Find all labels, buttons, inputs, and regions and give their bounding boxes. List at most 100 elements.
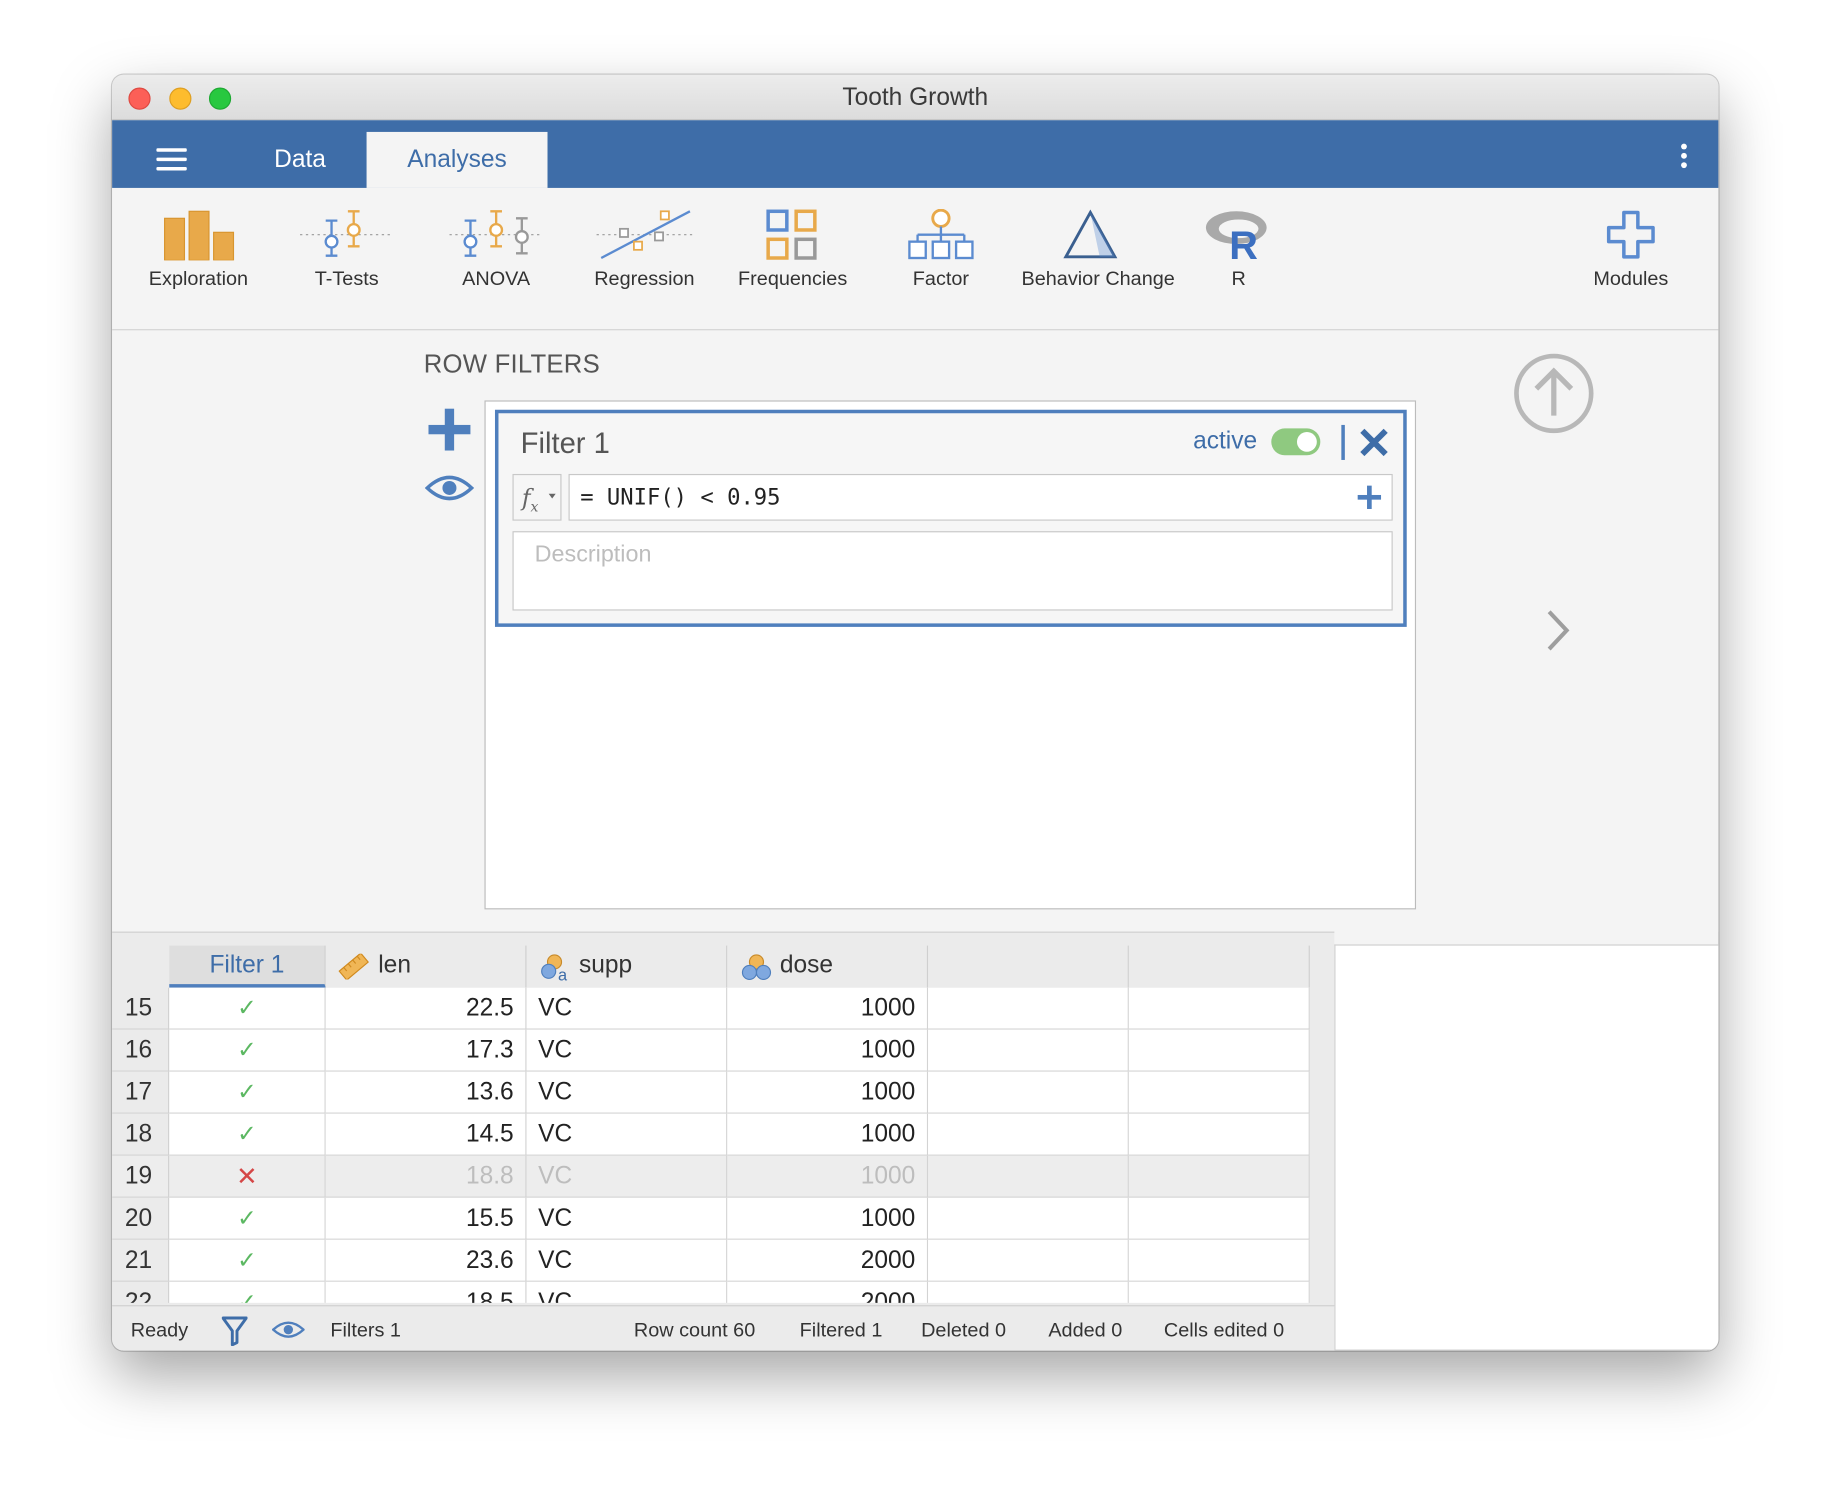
- cell-len[interactable]: 22.5: [325, 987, 527, 1030]
- cell-dose[interactable]: 1000: [727, 1113, 929, 1156]
- cell-dose[interactable]: 1000: [727, 1071, 929, 1114]
- cell-len[interactable]: 13.6: [325, 1071, 527, 1114]
- svg-text:a: a: [558, 967, 568, 982]
- nominal-icon: [741, 954, 772, 981]
- filter-visibility-button[interactable]: [271, 1319, 306, 1346]
- table-row: 19 ✕ 18.8 VC 1000: [112, 1155, 1310, 1198]
- ribbon-behavior-change-button[interactable]: Behavior Change: [1021, 209, 1175, 314]
- cell-empty[interactable]: [928, 1071, 1129, 1114]
- ribbon-anova-button[interactable]: ANOVA: [427, 209, 565, 314]
- cell-dose[interactable]: 1000: [727, 987, 929, 1030]
- column-header-filter-1[interactable]: Filter 1: [169, 945, 326, 988]
- function-picker[interactable]: fx: [512, 473, 562, 521]
- add-condition-button[interactable]: [1357, 484, 1383, 516]
- cell-empty[interactable]: [1128, 1239, 1310, 1282]
- cell-supp[interactable]: VC: [526, 1029, 728, 1072]
- cell-len[interactable]: 23.6: [325, 1239, 527, 1282]
- ribbon-label: Behavior Change: [1021, 267, 1175, 290]
- ribbon-exploration-button[interactable]: Exploration: [130, 209, 268, 314]
- cell-dose[interactable]: 2000: [727, 1281, 929, 1303]
- filter-cell: ✓: [169, 1197, 326, 1240]
- cell-supp[interactable]: VC: [526, 1197, 728, 1240]
- cell-supp[interactable]: VC: [526, 1281, 728, 1303]
- cell-len[interactable]: 18.8: [325, 1155, 527, 1198]
- row-number[interactable]: 22: [112, 1281, 170, 1303]
- cell-dose[interactable]: 1000: [727, 1155, 929, 1198]
- row-filters-title: ROW FILTERS: [423, 349, 600, 379]
- next-pane-button[interactable]: [1543, 608, 1571, 658]
- row-number[interactable]: 17: [112, 1071, 170, 1114]
- cell-supp[interactable]: VC: [526, 1113, 728, 1156]
- ribbon-frequencies-button[interactable]: Frequencies: [724, 209, 862, 314]
- column-header-empty[interactable]: [928, 945, 1129, 988]
- cell-empty[interactable]: [928, 1113, 1129, 1156]
- cell-len[interactable]: 14.5: [325, 1113, 527, 1156]
- row-number[interactable]: 19: [112, 1155, 170, 1198]
- cell-empty[interactable]: [1128, 1029, 1310, 1072]
- cell-empty[interactable]: [928, 1029, 1129, 1072]
- cell-empty[interactable]: [1128, 1197, 1310, 1240]
- row-number[interactable]: 18: [112, 1113, 170, 1156]
- filter-name[interactable]: Filter 1: [521, 427, 610, 461]
- ribbon-label: Frequencies: [738, 267, 848, 290]
- column-header-dose[interactable]: dose: [727, 945, 929, 988]
- row-number[interactable]: 16: [112, 1029, 170, 1072]
- arrow-up-circle-icon: [1514, 353, 1594, 434]
- column-header-empty[interactable]: [1128, 945, 1310, 988]
- cell-len[interactable]: 18.5: [325, 1281, 527, 1303]
- more-options-icon[interactable]: [1681, 143, 1688, 172]
- cell-len[interactable]: 17.3: [325, 1029, 527, 1072]
- cell-supp[interactable]: VC: [526, 1155, 728, 1198]
- filter-formula-input[interactable]: = UNIF() < 0.95: [568, 473, 1393, 521]
- cell-empty[interactable]: [928, 1155, 1129, 1198]
- row-number[interactable]: 21: [112, 1239, 170, 1282]
- hamburger-menu-icon[interactable]: [156, 148, 187, 171]
- cell-empty[interactable]: [928, 1281, 1129, 1303]
- column-header-supp[interactable]: a supp: [526, 945, 728, 988]
- data-grid: Filter 1 len a supp dose 15 ✓ 22.5 VC 10…: [112, 931, 1335, 1306]
- ribbon-modules-button[interactable]: Modules: [1562, 209, 1700, 314]
- filter-status-button[interactable]: [221, 1316, 248, 1351]
- function-icon: fx: [521, 483, 539, 515]
- ribbon-label: R: [1231, 267, 1246, 290]
- ribbon-label: T-Tests: [314, 267, 379, 290]
- regression-icon: [596, 210, 693, 260]
- toggle-filter-visibility-button[interactable]: [424, 472, 475, 511]
- cell-empty[interactable]: [928, 1239, 1129, 1282]
- cell-len[interactable]: 15.5: [325, 1197, 527, 1240]
- cell-dose[interactable]: 1000: [727, 1197, 929, 1240]
- cell-dose[interactable]: 1000: [727, 1029, 929, 1072]
- tab-analyses[interactable]: Analyses: [366, 131, 548, 188]
- cell-supp[interactable]: VC: [526, 987, 728, 1030]
- cell-empty[interactable]: [1128, 1281, 1310, 1303]
- add-filter-button[interactable]: [428, 408, 471, 457]
- column-header-len[interactable]: len: [325, 945, 527, 988]
- tab-data[interactable]: Data: [257, 132, 343, 188]
- filter-description-input[interactable]: Description: [512, 531, 1393, 611]
- remove-filter-button[interactable]: [1359, 427, 1389, 463]
- cell-empty[interactable]: [928, 987, 1129, 1030]
- cell-dose[interactable]: 2000: [727, 1239, 929, 1282]
- ribbon-label: Factor: [912, 267, 970, 290]
- cell-empty[interactable]: [1128, 1071, 1310, 1114]
- ribbon-t-tests-button[interactable]: T-Tests: [278, 209, 416, 314]
- cell-supp[interactable]: VC: [526, 1239, 728, 1282]
- row-number[interactable]: 20: [112, 1197, 170, 1240]
- check-icon: ✓: [237, 1121, 257, 1148]
- cell-empty[interactable]: [928, 1197, 1129, 1240]
- cell-supp[interactable]: VC: [526, 1071, 728, 1114]
- cell-empty[interactable]: [1128, 1155, 1310, 1198]
- ribbon-r-button[interactable]: R R: [1170, 209, 1308, 314]
- chevron-right-icon: [1547, 610, 1570, 651]
- status-filters: Filters 1: [330, 1319, 401, 1342]
- ribbon-regression-button[interactable]: Regression: [576, 209, 714, 314]
- table-row: 18 ✓ 14.5 VC 1000: [112, 1113, 1310, 1156]
- row-number[interactable]: 15: [112, 987, 170, 1030]
- row-filters-area: ROW FILTERS Filter 1 active fx = UNIF() …: [112, 330, 1719, 932]
- filter-cell: ✓: [169, 1281, 326, 1303]
- cell-empty[interactable]: [1128, 1113, 1310, 1156]
- cell-empty[interactable]: [1128, 987, 1310, 1030]
- collapse-filters-button[interactable]: [1513, 353, 1595, 441]
- ribbon-factor-button[interactable]: Factor: [872, 208, 1010, 314]
- filter-active-toggle[interactable]: [1271, 428, 1321, 456]
